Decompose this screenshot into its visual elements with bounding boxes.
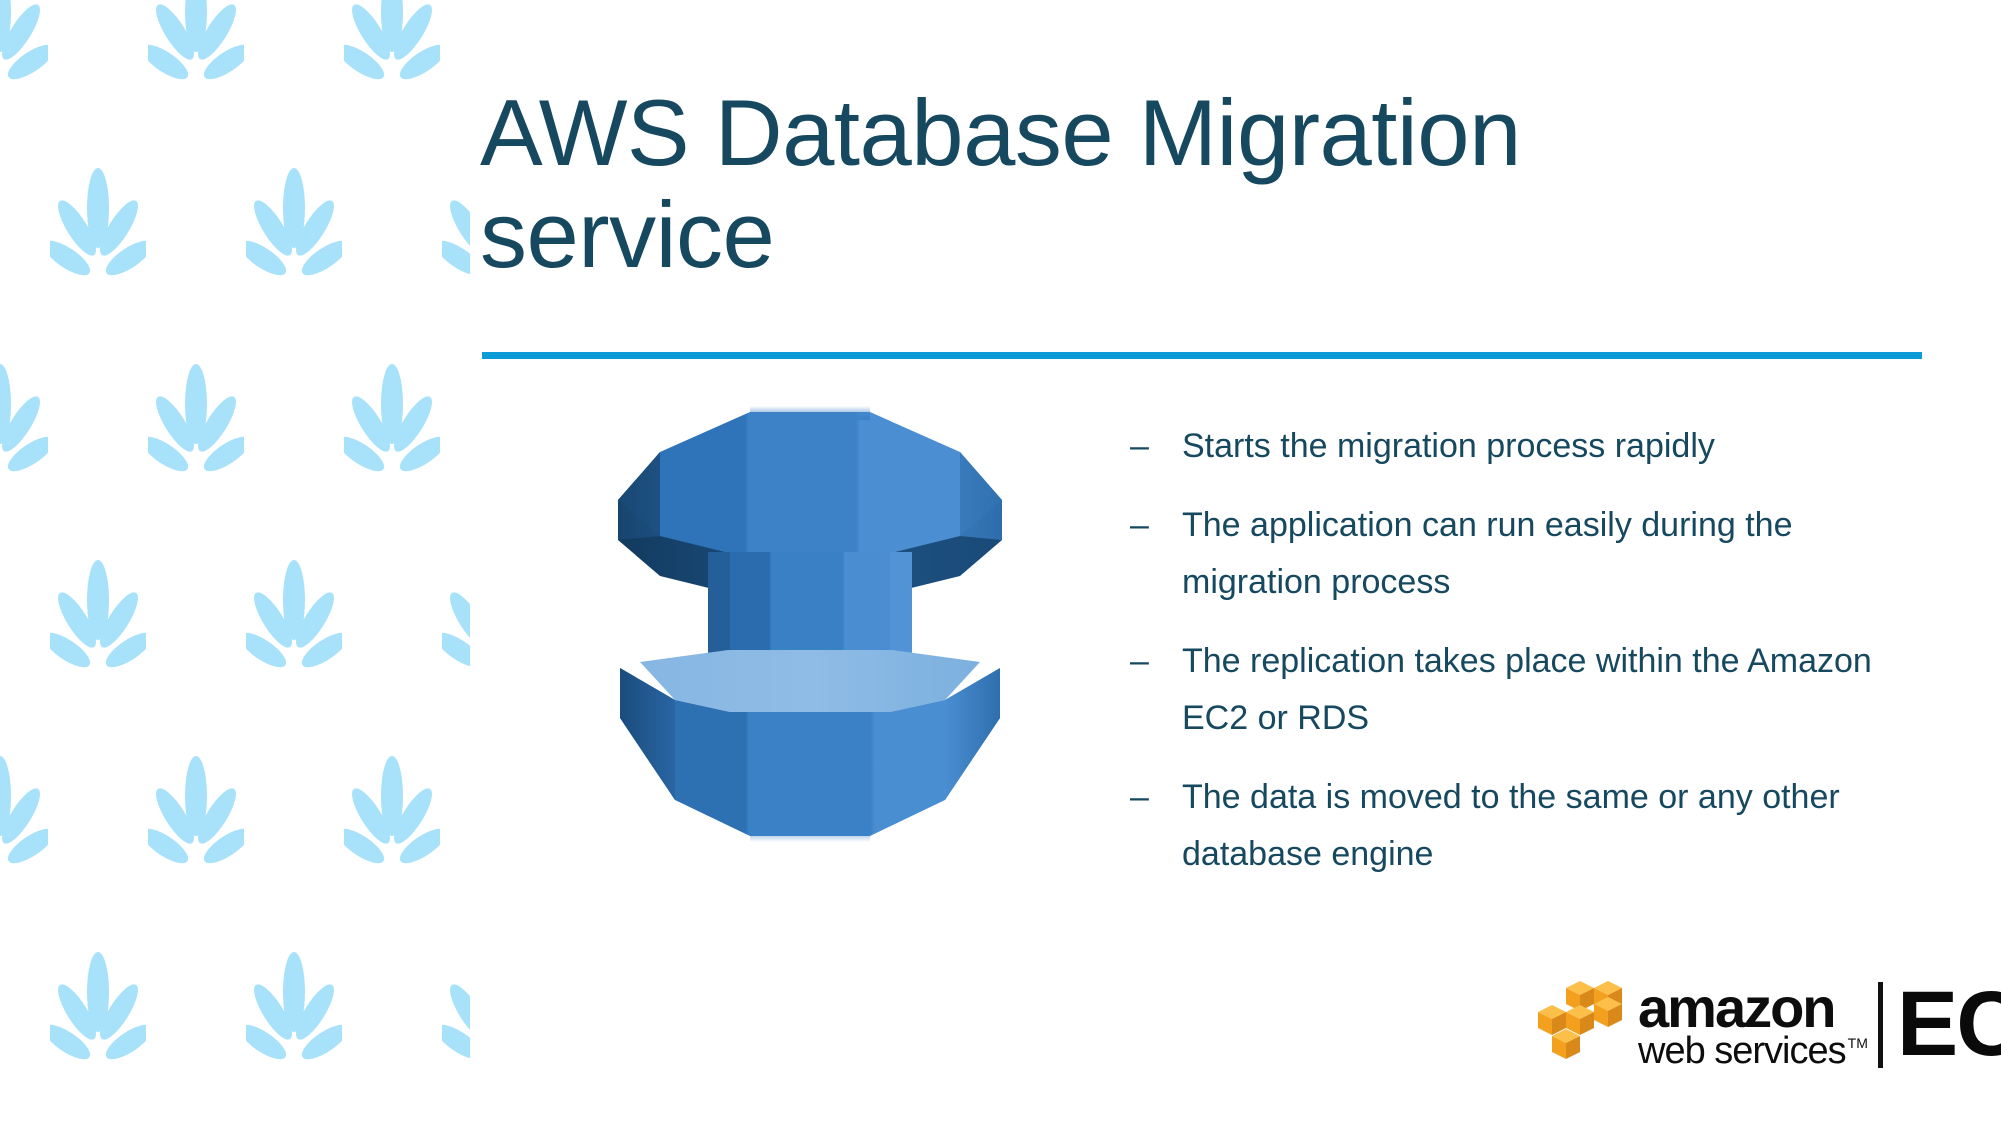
list-item-label: The replication takes place within the A…: [1182, 642, 1872, 737]
leaf-sprig: [435, 950, 470, 1078]
list-item-label: The application can run easily during th…: [1182, 506, 1793, 601]
amazon-wordmark: amazon web services TM: [1638, 975, 1868, 1070]
title-divider: [482, 352, 1922, 359]
decorative-leaf-pattern: [0, 0, 470, 1125]
list-item: – The replication takes place within the…: [1130, 633, 1920, 747]
leaf-sprig: [141, 0, 251, 98]
list-item: – The data is moved to the same or any o…: [1130, 769, 1920, 883]
title-block: AWS Database Migration service: [480, 82, 1660, 285]
leaf-sprig: [337, 754, 447, 882]
trademark-mark: TM: [1847, 1034, 1868, 1051]
list-item: – Starts the migration process rapidly: [1130, 418, 1920, 475]
leaf-sprig: [43, 558, 153, 686]
leaf-sprig: [0, 0, 55, 98]
leaf-sprig: [435, 558, 470, 686]
leaf-sprig: [43, 166, 153, 294]
leaf-sprig: [0, 754, 55, 882]
bullet-dash-icon: –: [1130, 642, 1149, 680]
bullet-dash-icon: –: [1130, 427, 1149, 465]
aws-dms-icon: [600, 400, 1020, 860]
leaf-sprig: [141, 362, 251, 490]
leaf-sprig: [0, 362, 55, 490]
aws-cubes-icon: [1528, 980, 1636, 1069]
ec2-product-text: EC2: [1896, 973, 2001, 1076]
page-title: AWS Database Migration service: [480, 80, 1521, 287]
web-services-text: web services: [1638, 1029, 1847, 1072]
slide-canvas: AWS Database Migration service – Starts …: [0, 0, 2001, 1125]
web-services-row: web services TM: [1638, 1032, 1868, 1070]
aws-ec2-logo: amazon web services TM EC2: [1528, 972, 2001, 1077]
amazon-text: amazon: [1638, 975, 1836, 1039]
list-item: – The application can run easily during …: [1130, 497, 1920, 611]
leaf-sprig: [141, 754, 251, 882]
leaf-sprig: [43, 950, 153, 1078]
leaf-sprig: [337, 0, 447, 98]
list-item-label: Starts the migration process rapidly: [1182, 427, 1715, 465]
bullet-dash-icon: –: [1130, 506, 1149, 544]
leaf-sprig: [239, 950, 349, 1078]
bullet-list: – Starts the migration process rapidly –…: [1130, 418, 1920, 905]
leaf-sprig: [337, 362, 447, 490]
leaf-sprig: [239, 558, 349, 686]
list-item-label: The data is moved to the same or any oth…: [1182, 778, 1840, 873]
leaf-sprig: [239, 166, 349, 294]
logo-divider: [1877, 981, 1883, 1068]
bullet-dash-icon: –: [1130, 778, 1149, 816]
leaf-sprig: [435, 166, 470, 294]
